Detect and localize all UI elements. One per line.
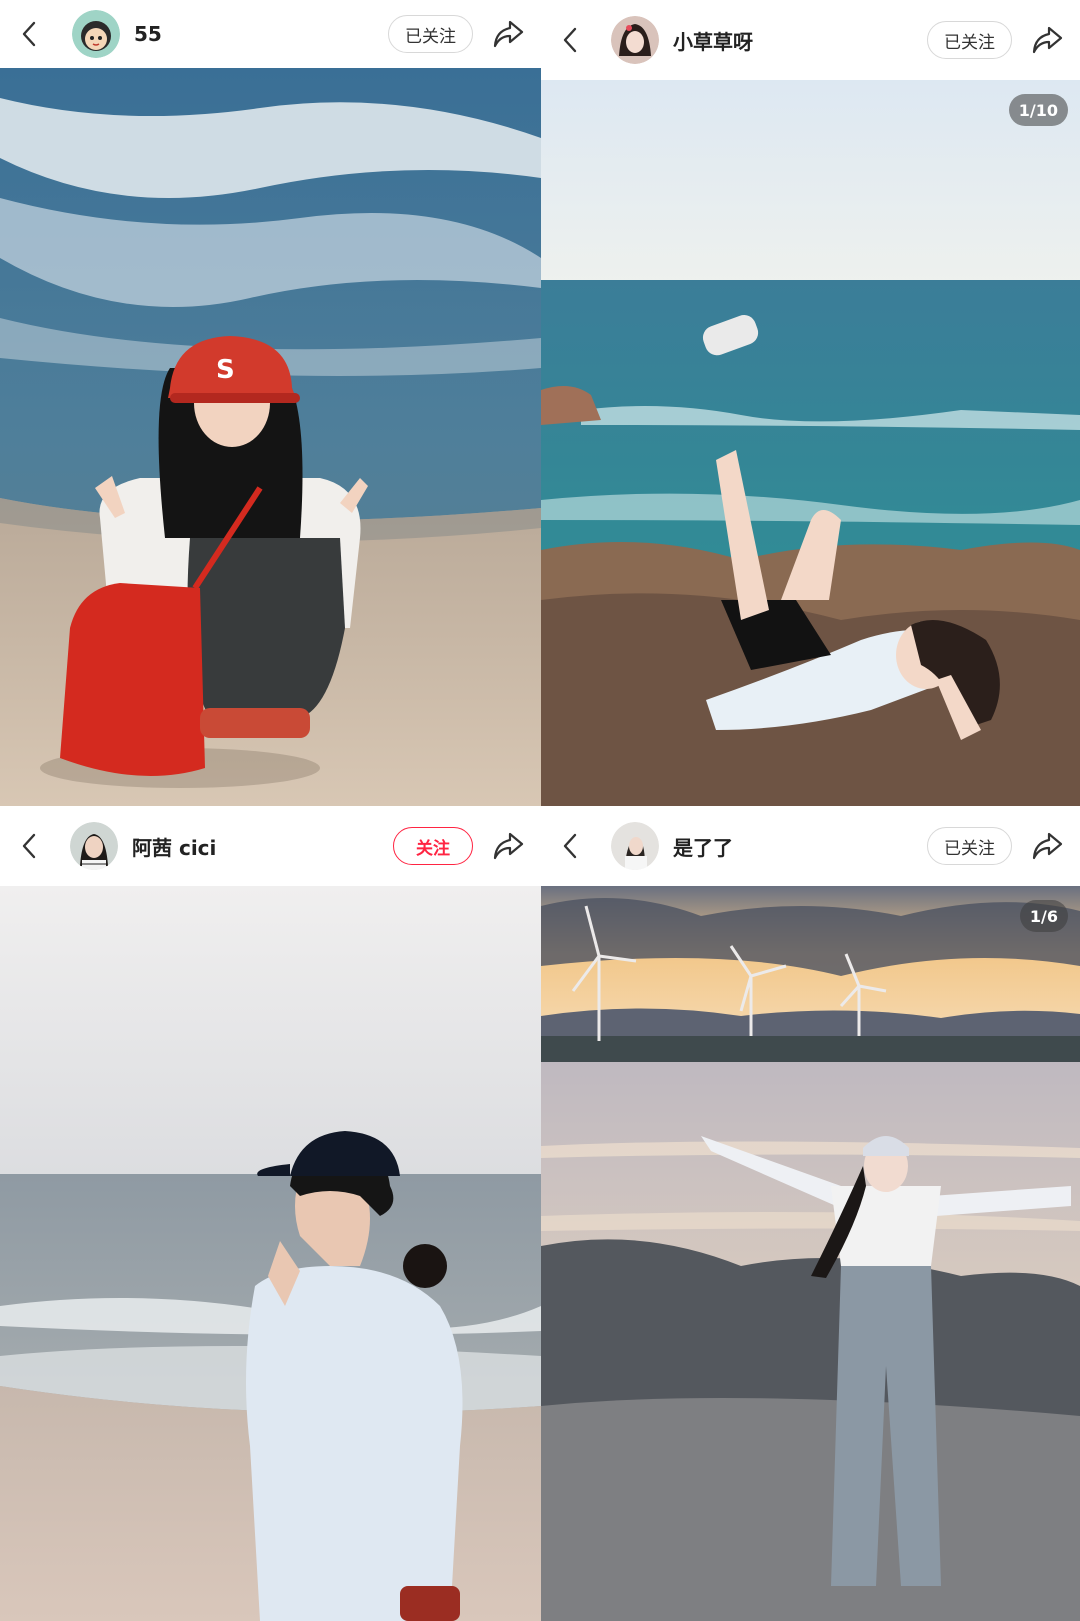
- svg-text:S: S: [216, 355, 235, 385]
- username[interactable]: 55: [134, 22, 388, 46]
- post-header: 小草草呀 已关注: [541, 0, 1080, 80]
- beach-photo-image: [0, 886, 541, 1621]
- share-icon[interactable]: [491, 17, 525, 51]
- image-counter: 1/6: [1019, 900, 1068, 932]
- post-card-2: 小草草呀 已关注 1/10: [541, 0, 1080, 806]
- share-icon[interactable]: [1030, 23, 1064, 57]
- image-counter: 1/10: [1008, 94, 1068, 126]
- username[interactable]: 小草草呀: [673, 26, 927, 55]
- post-card-3: 阿茜 cici 关注: [0, 806, 541, 1621]
- username[interactable]: 是了了: [673, 832, 927, 861]
- avatar[interactable]: [611, 16, 659, 64]
- post-photo[interactable]: 1/6: [541, 886, 1080, 1621]
- share-icon[interactable]: [491, 829, 525, 863]
- post-photo[interactable]: S: [0, 68, 541, 806]
- post-photo[interactable]: 1/10: [541, 80, 1080, 806]
- post-header: 阿茜 cici 关注: [0, 806, 541, 886]
- post-header: 55 已关注: [0, 0, 541, 68]
- sunset-photo-image: [541, 886, 1080, 1621]
- avatar[interactable]: [70, 822, 118, 870]
- post-header: 是了了 已关注: [541, 806, 1080, 886]
- share-icon[interactable]: [1030, 829, 1064, 863]
- username[interactable]: 阿茜 cici: [132, 832, 393, 861]
- avatar[interactable]: [72, 10, 120, 58]
- post-card-1: 55 已关注 S: [0, 0, 541, 806]
- beach-photo-image: S: [0, 68, 541, 806]
- follow-button[interactable]: 关注: [393, 827, 473, 865]
- avatar[interactable]: [611, 822, 659, 870]
- post-card-4: 是了了 已关注 1/6: [541, 806, 1080, 1621]
- following-button[interactable]: 已关注: [927, 21, 1012, 59]
- back-icon[interactable]: [559, 831, 581, 861]
- post-photo[interactable]: [0, 886, 541, 1621]
- back-icon[interactable]: [559, 25, 581, 55]
- following-button[interactable]: 已关注: [927, 827, 1012, 865]
- back-icon[interactable]: [18, 19, 40, 49]
- rock-photo-image: [541, 80, 1080, 806]
- back-icon[interactable]: [18, 831, 40, 861]
- following-button[interactable]: 已关注: [388, 15, 473, 53]
